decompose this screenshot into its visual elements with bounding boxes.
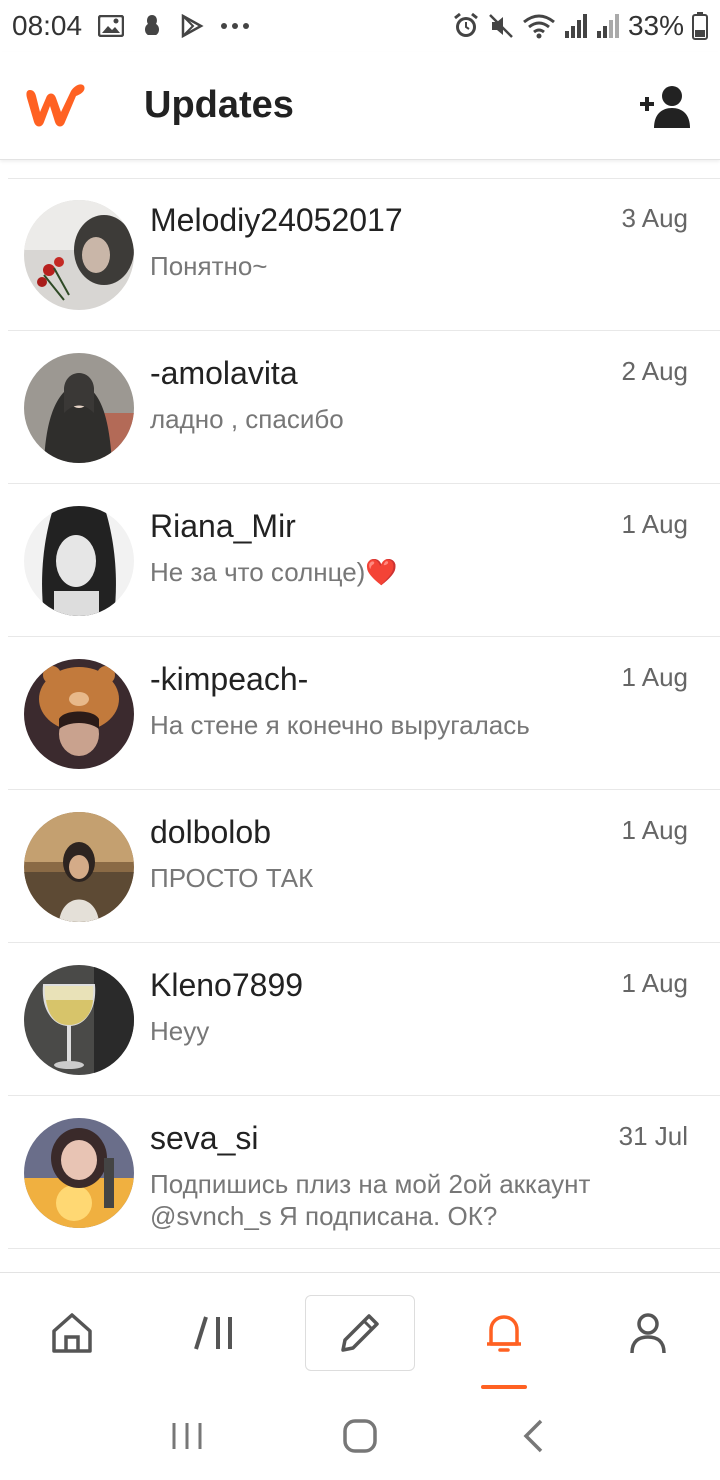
avatar — [24, 811, 134, 922]
message-date: 1 Aug — [621, 509, 688, 539]
nav-write-button[interactable] — [305, 1294, 415, 1371]
list-item[interactable]: Melodiy24052017 3 Aug Понятно~ — [0, 178, 720, 331]
app-icon — [140, 13, 164, 39]
message-preview: ПРОСТО ТАК — [150, 863, 314, 893]
message-preview: Подпишись плиз на мой 2ой аккаунт @svnch… — [150, 1169, 591, 1231]
list-item[interactable]: dolbolob 1 Aug ПРОСТО ТАК — [0, 790, 720, 943]
image-icon — [98, 15, 125, 37]
message-date: 2 Aug — [621, 356, 688, 386]
add-user-icon — [640, 85, 690, 128]
back-button[interactable] — [503, 1406, 563, 1466]
status-bar: 08:04 33% — [0, 0, 720, 52]
avatar — [24, 505, 134, 616]
wifi-icon — [522, 13, 556, 39]
message-preview: Heyy — [150, 1016, 210, 1046]
home-circle-icon — [343, 1419, 377, 1453]
battery-percent: 33% — [627, 10, 684, 41]
avatar — [24, 964, 134, 1075]
more-dots-icon — [220, 22, 250, 30]
nav-profile-button[interactable] — [593, 1295, 703, 1371]
notifications-icon — [487, 1314, 521, 1352]
signal-icon-2 — [596, 13, 620, 39]
username: seva_si — [150, 1120, 259, 1156]
add-user-button[interactable] — [636, 76, 696, 136]
message-date: 1 Aug — [621, 815, 688, 845]
message-preview: На стене я конечно выругалась — [150, 710, 530, 740]
avatar — [24, 658, 134, 769]
battery-icon — [692, 12, 708, 40]
message-list: Melodiy24052017 3 Aug Понятно~ -amolavit… — [0, 178, 720, 1272]
recents-button[interactable] — [157, 1406, 217, 1466]
avatar — [24, 199, 134, 310]
username: Melodiy24052017 — [150, 202, 403, 238]
message-preview: Понятно~ — [150, 251, 268, 281]
message-date: 31 Jul — [618, 1121, 688, 1151]
status-time: 08:04 — [12, 10, 83, 41]
username: dolbolob — [150, 814, 271, 850]
username: -kimpeach- — [150, 661, 309, 697]
app-header: Updates — [0, 52, 720, 160]
list-item[interactable]: Riana_Mir 1 Aug Не за что солнце)❤️ — [0, 484, 720, 637]
wattpad-logo-icon — [24, 82, 88, 130]
message-date: 3 Aug — [621, 203, 688, 233]
system-nav — [0, 1392, 720, 1480]
mute-icon — [488, 13, 514, 39]
username: Riana_Mir — [150, 508, 296, 544]
avatar — [24, 352, 134, 463]
message-preview: ладно , спасибо — [150, 404, 344, 434]
list-item[interactable]: Kleno7899 1 Aug Heyy — [0, 943, 720, 1096]
alarm-icon — [452, 12, 480, 40]
avatar — [24, 1117, 134, 1228]
username: -amolavita — [150, 355, 298, 391]
play-store-icon — [180, 14, 204, 38]
nav-notifications-button[interactable] — [449, 1295, 559, 1389]
back-icon — [523, 1419, 543, 1453]
page-title: Updates — [144, 84, 294, 126]
recents-icon — [172, 1423, 202, 1449]
nav-home-button[interactable] — [17, 1295, 127, 1371]
list-item[interactable]: -amolavita 2 Aug ладно , спасибо — [0, 331, 720, 484]
message-date: 1 Aug — [621, 968, 688, 998]
system-home-button[interactable] — [330, 1406, 390, 1466]
list-item[interactable]: -kimpeach- 1 Aug На стене я конечно выру… — [0, 637, 720, 790]
message-date: 1 Aug — [621, 662, 688, 692]
bottom-nav — [0, 1272, 720, 1392]
profile-icon — [630, 1312, 666, 1353]
signal-icon — [564, 13, 588, 39]
library-icon — [194, 1315, 232, 1350]
list-item[interactable]: seva_si 31 Jul Подпишись плиз на мой 2ой… — [0, 1096, 720, 1249]
message-preview: Не за что солнце)❤️ — [150, 557, 398, 587]
home-icon — [52, 1312, 92, 1353]
username: Kleno7899 — [150, 967, 304, 1003]
write-icon — [341, 1313, 379, 1352]
nav-library-button[interactable] — [161, 1295, 271, 1371]
